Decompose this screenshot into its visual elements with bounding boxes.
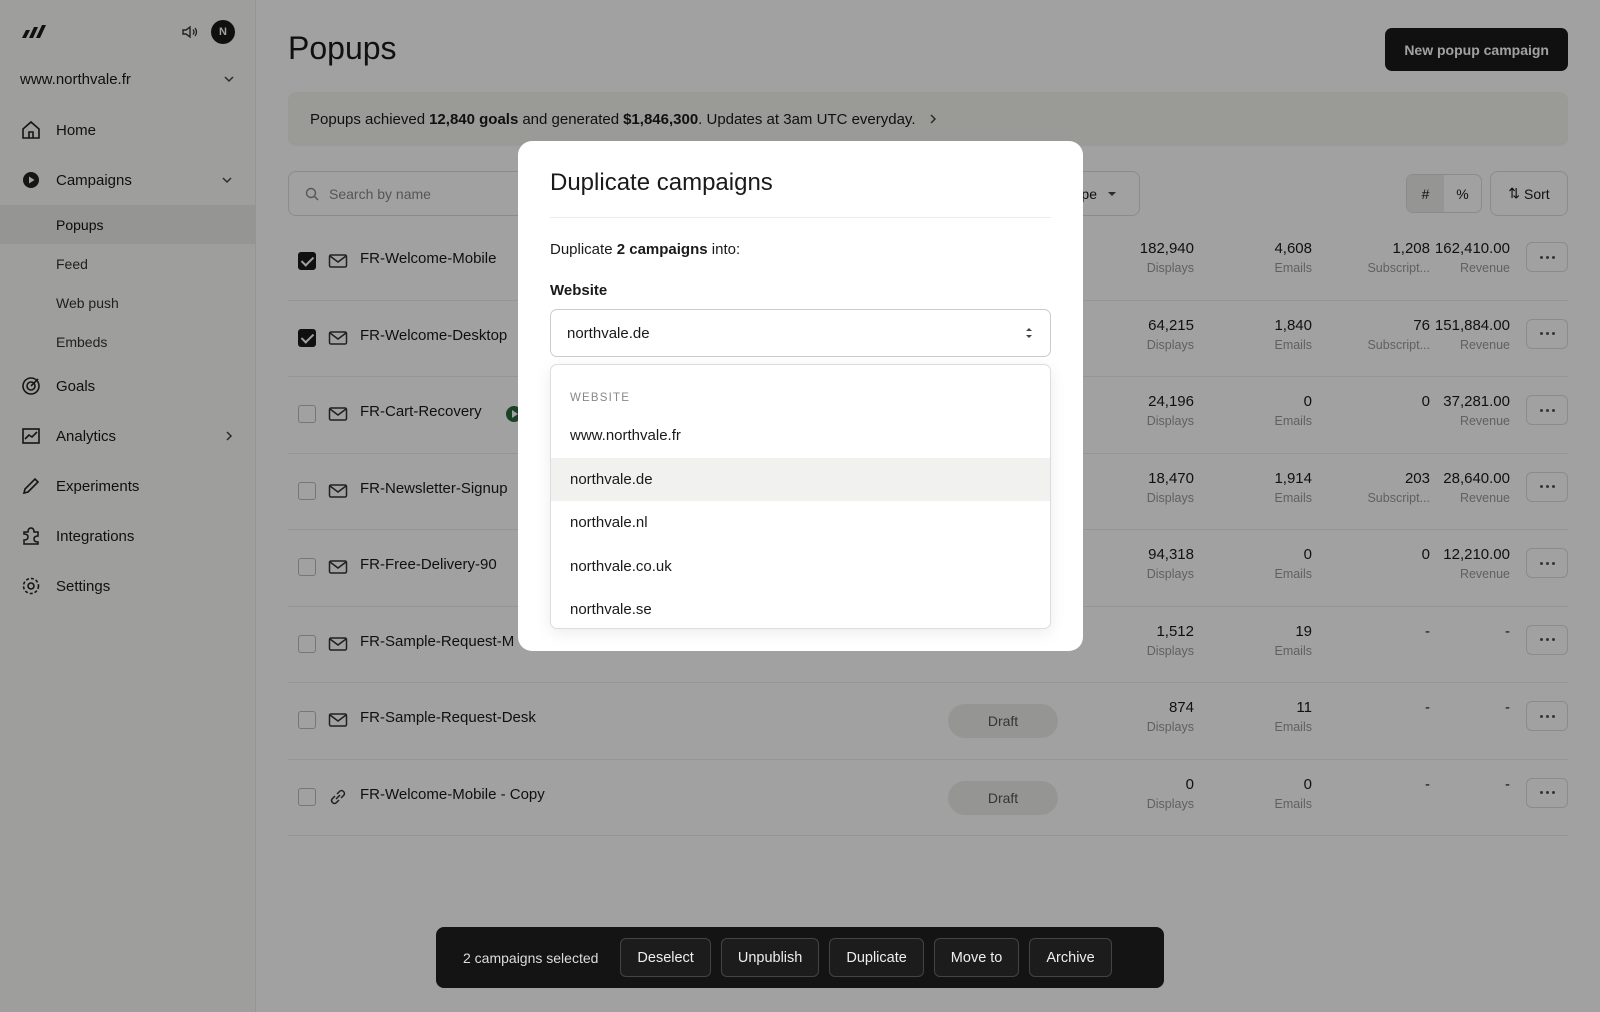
website-dropdown: WEBSITE www.northvale.fr northvale.de no… xyxy=(550,364,1051,629)
bulk-action-bar: 2 campaigns selected Deselect Unpublish … xyxy=(436,927,1164,988)
website-select-value: northvale.de xyxy=(567,324,650,342)
modal-description: Duplicate 2 campaigns into: xyxy=(550,241,740,258)
select-arrows-icon xyxy=(1026,328,1032,338)
modal-title: Duplicate campaigns xyxy=(550,169,773,196)
move-to-button[interactable]: Move to xyxy=(933,938,1020,977)
website-option[interactable]: northvale.se xyxy=(551,588,1050,628)
divider xyxy=(550,217,1051,218)
website-option[interactable]: www.northvale.fr xyxy=(551,414,1050,458)
selected-count: 2 campaigns selected xyxy=(463,949,599,966)
dropdown-header: WEBSITE xyxy=(570,392,631,404)
duplicate-campaigns-modal: Duplicate campaigns Duplicate 2 campaign… xyxy=(518,141,1083,651)
duplicate-button[interactable]: Duplicate xyxy=(829,938,924,977)
desc-count: 2 campaigns xyxy=(616,241,708,258)
unpublish-button[interactable]: Unpublish xyxy=(720,938,820,977)
deselect-button[interactable]: Deselect xyxy=(620,938,711,977)
desc-text: into: xyxy=(711,241,741,258)
website-option[interactable]: northvale.co.uk xyxy=(551,545,1050,589)
website-option[interactable]: northvale.nl xyxy=(551,501,1050,545)
archive-button[interactable]: Archive xyxy=(1029,938,1112,977)
website-option[interactable]: northvale.de xyxy=(551,457,1050,501)
website-field-label: Website xyxy=(550,282,608,299)
desc-text: Duplicate xyxy=(550,241,613,258)
website-select[interactable]: northvale.de xyxy=(550,309,1051,357)
